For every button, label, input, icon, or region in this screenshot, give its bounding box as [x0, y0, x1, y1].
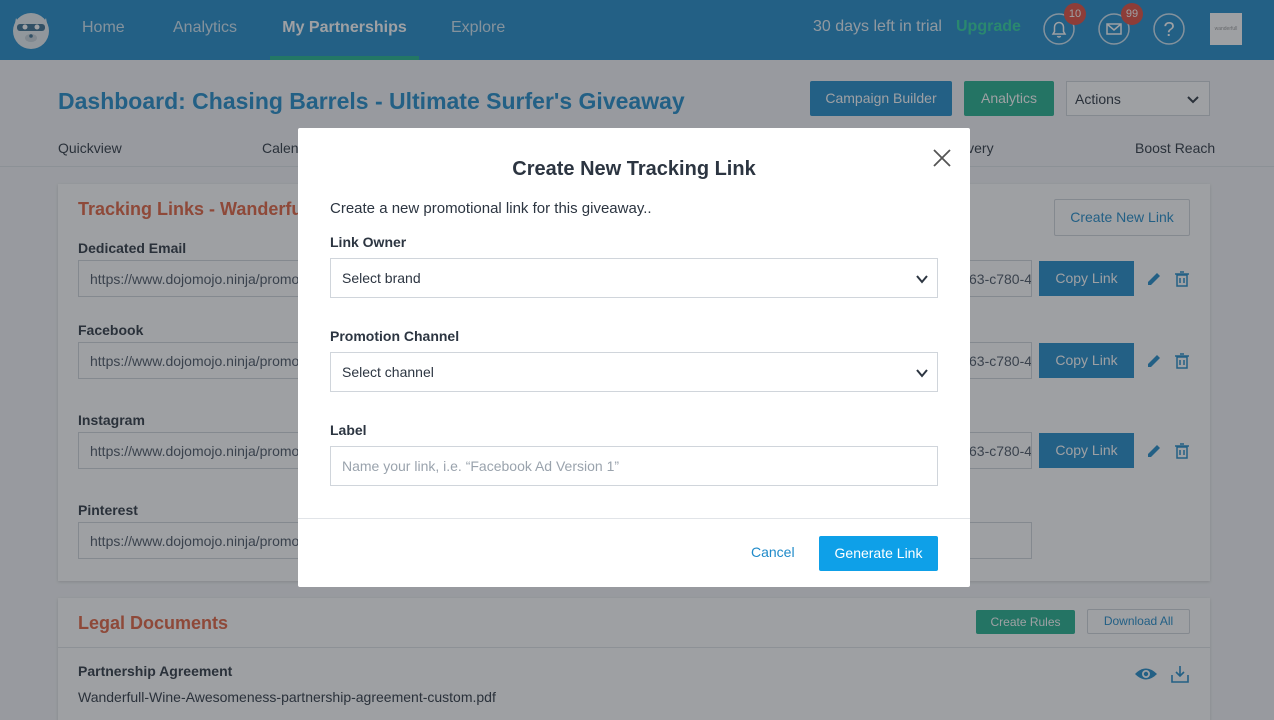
modal-description: Create a new promotional link for this g… [330, 200, 652, 217]
modal-footer-divider [298, 518, 970, 519]
link-owner-label: Link Owner [330, 234, 407, 250]
modal-title: Create New Tracking Link [512, 158, 756, 180]
cancel-button[interactable]: Cancel [751, 544, 795, 560]
promotion-channel-value: Select channel [342, 364, 434, 380]
link-owner-value: Select brand [342, 270, 421, 286]
link-owner-select[interactable]: Select brand [330, 258, 938, 298]
label-input[interactable] [330, 446, 938, 486]
create-tracking-link-modal: Create New Tracking Link Create a new pr… [298, 128, 970, 587]
chevron-down-icon [916, 275, 928, 284]
promotion-channel-label: Promotion Channel [330, 328, 460, 344]
label-field-label: Label [330, 422, 367, 438]
generate-link-button[interactable]: Generate Link [819, 536, 938, 571]
chevron-down-icon [916, 369, 928, 378]
close-icon[interactable] [931, 147, 953, 169]
promotion-channel-select[interactable]: Select channel [330, 352, 938, 392]
